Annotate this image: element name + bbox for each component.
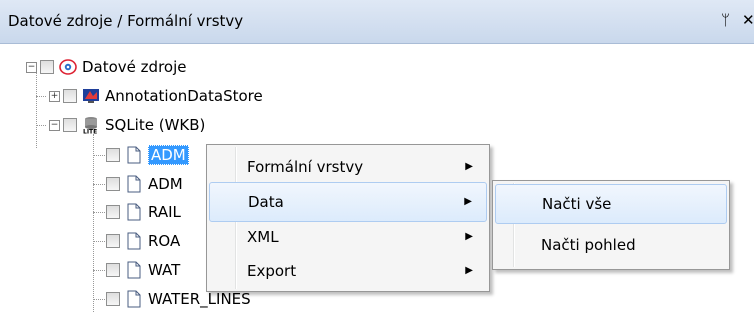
tree-item-label: Datové zdroje [82,58,187,76]
menu-item-label: Data [248,193,284,211]
checkbox[interactable] [106,148,120,162]
panel-header: Datové zdroje / Formální vrstvy ᛘ ✕ [0,0,754,44]
tree-item-annotation-store[interactable]: + AnnotationDataStore [49,85,263,107]
tree-item-label: AnnotationDataStore [105,87,263,105]
document-icon [127,232,141,250]
tree-item-label: ADM [148,145,189,165]
expand-icon[interactable]: + [49,90,60,102]
document-icon [127,146,141,164]
tree-item-layer[interactable]: RAIL [106,201,181,223]
checkbox[interactable] [106,234,120,248]
collapse-icon[interactable]: − [26,61,37,73]
tree-item-label: ROA [148,232,181,250]
tree-item-label: WAT [148,261,181,279]
tree-item-root[interactable]: − Datové zdroje [26,56,186,78]
context-menu: Formální vrstvy ▶ Data ▶ XML ▶ Export ▶ [206,144,490,292]
menu-item-formal-layers[interactable]: Formální vrstvy ▶ [209,147,487,187]
menu-item-label: XML [247,228,279,246]
menu-item-label: Načti pohled [541,236,636,254]
document-icon [127,290,141,308]
tree-item-layer[interactable]: WAT [106,259,180,281]
panel-title: Datové zdroje / Formální vrstvy [8,12,244,30]
tree-item-label: WATER_LINES [148,290,251,308]
checkbox[interactable] [106,205,120,219]
sqlite-db-icon: LITE [83,117,97,135]
menu-item-label: Načti vše [542,195,612,213]
checkbox[interactable] [40,60,54,74]
menu-item-data[interactable]: Data ▶ [209,182,487,222]
tree-item-label: SQLite (WKB) [105,116,206,134]
menu-item-label: Export [247,262,297,280]
menu-item-load-view[interactable]: Načti pohled [495,225,727,265]
tree-item-label: RAIL [148,203,181,221]
checkbox[interactable] [63,118,77,132]
submenu-arrow-icon: ▶ [465,231,473,242]
menu-item-export[interactable]: Export ▶ [209,251,487,291]
submenu-arrow-icon: ▶ [464,196,472,207]
document-icon [127,175,141,193]
collapse-icon[interactable]: − [49,119,60,131]
checkbox[interactable] [106,177,120,191]
checkbox[interactable] [106,292,120,306]
annotation-store-icon [83,89,99,103]
tree-item-sqlite[interactable]: − LITE SQLite (WKB) [49,114,205,136]
tree-item-label: ADM [148,175,183,193]
close-icon[interactable]: ✕ [742,10,754,30]
document-icon [127,203,141,221]
menu-item-load-all[interactable]: Načti vše [495,184,727,224]
checkbox[interactable] [106,263,120,277]
submenu-arrow-icon: ▶ [465,161,473,172]
tree-item-layer[interactable]: ROA [106,230,180,252]
checkbox[interactable] [63,89,77,103]
submenu-arrow-icon: ▶ [465,265,473,276]
tree-item-layer[interactable]: ADM [106,144,189,166]
svg-text:LITE: LITE [83,129,97,135]
menu-item-label: Formální vrstvy [247,158,364,176]
pin-icon[interactable]: ᛘ [721,10,730,30]
datasource-eye-icon [59,59,77,75]
document-icon [127,261,141,279]
tree-item-layer[interactable]: ADM [106,173,183,195]
data-submenu: Načti vše Načti pohled [492,180,730,270]
